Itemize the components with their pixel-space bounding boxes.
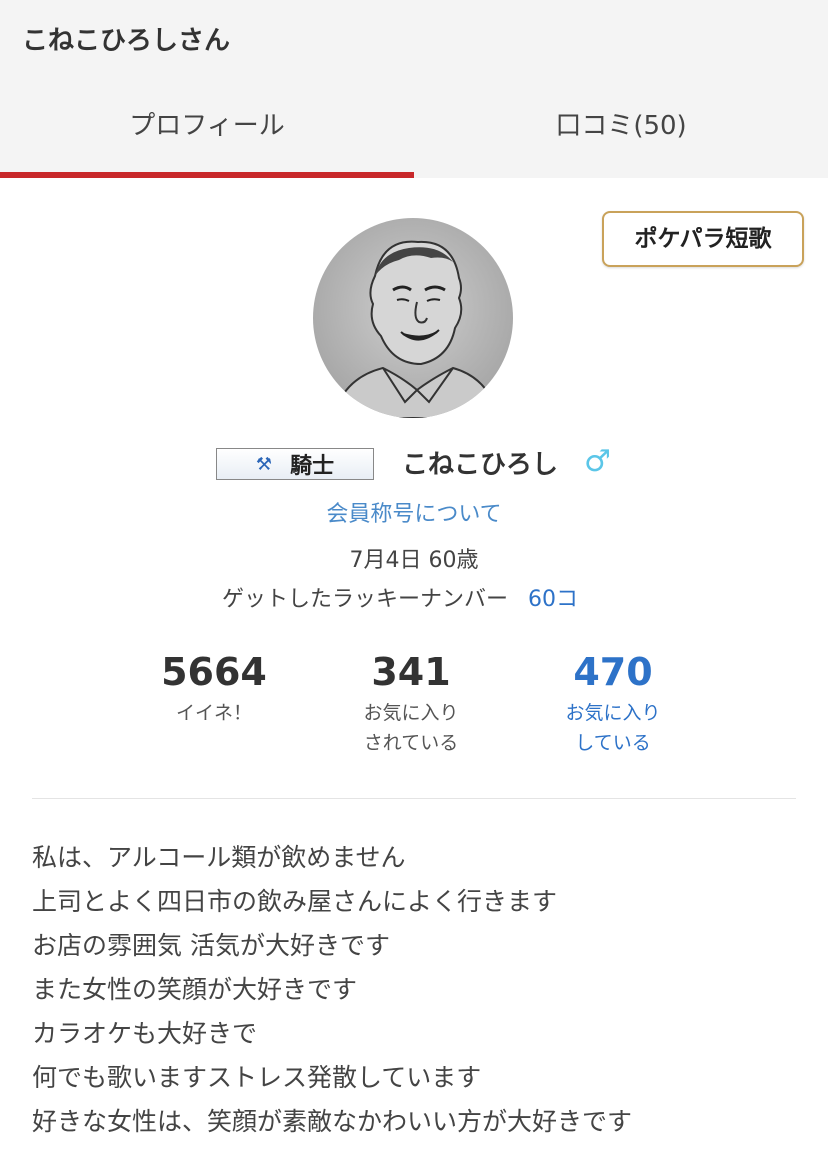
tab-bar: プロフィール 口コミ(50)	[0, 90, 828, 178]
tab-profile[interactable]: プロフィール	[0, 90, 414, 178]
stat-favorited-by-label: お気に入り されている	[363, 702, 459, 754]
bio-line: 何でも歌いますストレス発散しています	[32, 1063, 482, 1092]
rank-info-link[interactable]: 会員称号について	[0, 496, 828, 528]
avatar-sketch-image	[331, 240, 501, 418]
male-icon: ♂	[584, 444, 611, 479]
birthday-age: 7月4日 60歳	[349, 548, 479, 573]
stat-favoriting-value[interactable]: 470	[513, 646, 713, 698]
stat-likes-label: イイネ！	[175, 702, 252, 724]
bio-line: 上司とよく四日市の飲み屋さんによく行きます	[32, 887, 558, 916]
bio-line: 好きな女性は、笑顔が素敵なかわいい方が大好きです	[32, 1107, 633, 1136]
bio-line: 私は、アルコール類が飲めません	[32, 843, 406, 872]
rank-badge-label: 騎士	[290, 454, 335, 479]
lucky-number-count[interactable]: 60コ	[528, 587, 578, 612]
stat-favoriting[interactable]: 470 お気に入り している	[513, 646, 713, 758]
stat-favoriting-label[interactable]: お気に入り している	[513, 698, 713, 758]
page-header: こねこひろしさん プロフィール 口コミ(50)	[0, 0, 828, 178]
lucky-number-row: ゲットしたラッキーナンバー 60コ	[222, 581, 578, 613]
divider	[32, 798, 796, 799]
username: こねこひろし	[402, 450, 559, 480]
bio-line: また女性の笑顔が大好きです	[32, 975, 358, 1004]
lucky-number-label: ゲットしたラッキーナンバー	[222, 587, 509, 612]
avatar	[313, 218, 513, 418]
poke-para-tanka-button[interactable]: ポケパラ短歌	[602, 211, 804, 267]
crossed-axes-icon: ⚒	[255, 453, 273, 475]
stat-likes: 5664 イイネ！	[114, 646, 314, 728]
bio-text: 私は、アルコール類が飲めません 上司とよく四日市の飲み屋さんによく行きます お店…	[32, 836, 812, 1144]
tab-reviews[interactable]: 口コミ(50)	[414, 90, 828, 178]
rank-badge: ⚒ 騎士	[216, 448, 374, 480]
bio-line: カラオケも大好きで	[32, 1019, 258, 1048]
page-title: こねこひろしさん	[22, 26, 231, 56]
stat-likes-value: 5664	[161, 650, 267, 694]
stat-favorited-by: 341 お気に入り されている	[311, 646, 511, 758]
bio-line: お店の雰囲気 活気が大好きです	[32, 931, 390, 960]
stat-favorited-by-value: 341	[371, 650, 451, 694]
